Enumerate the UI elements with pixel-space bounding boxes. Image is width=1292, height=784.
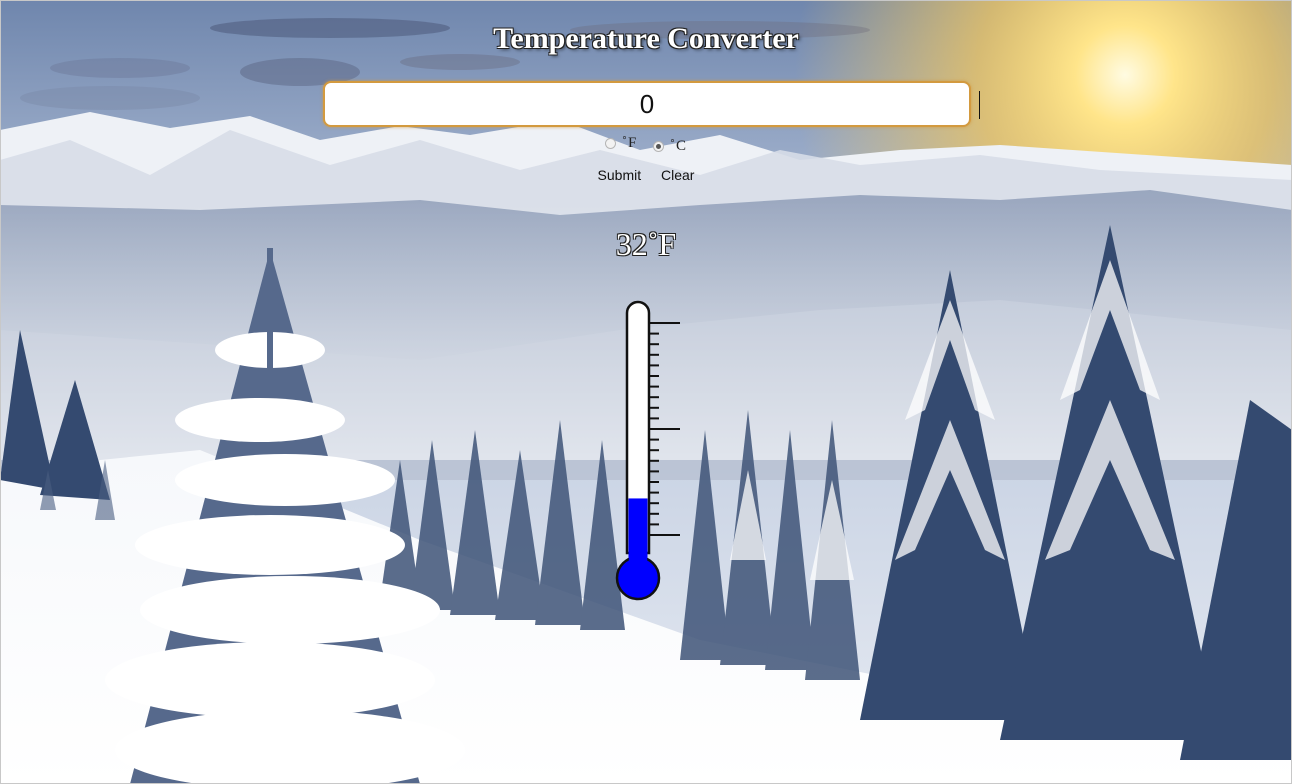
celsius-radio[interactable]	[653, 141, 665, 152]
submit-button[interactable]: Submit	[590, 167, 650, 183]
temperature-input[interactable]	[325, 83, 969, 125]
form-buttons: Submit Clear	[0, 167, 1292, 183]
unit-option-fahrenheit[interactable]: ˚F	[604, 135, 638, 152]
celsius-label: ˚C	[670, 138, 688, 154]
clear-button[interactable]: Clear	[653, 167, 702, 183]
temperature-input-container[interactable]	[323, 81, 980, 127]
thermometer-scale	[649, 322, 680, 536]
text-caret	[979, 91, 980, 119]
fahrenheit-radio[interactable]	[604, 138, 616, 149]
unit-option-celsius[interactable]: ˚C	[653, 138, 687, 155]
fahrenheit-label: ˚F	[621, 135, 638, 151]
conversion-result: 32˚F	[615, 226, 677, 262]
page-title: Temperature Converter	[493, 22, 799, 55]
thermometer-icon	[615, 300, 680, 601]
unit-radio-group: ˚F ˚C	[0, 135, 1292, 155]
